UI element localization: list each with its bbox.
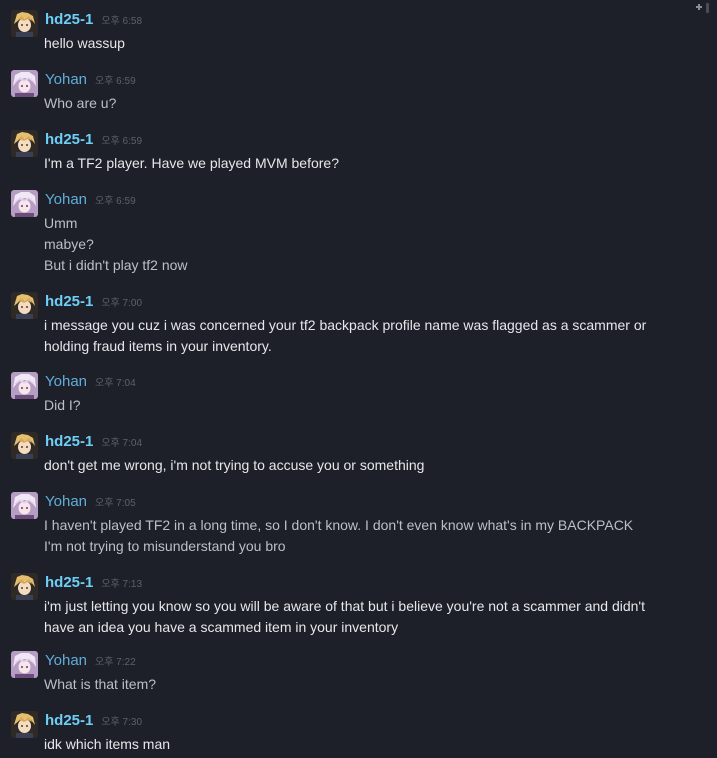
timestamp: 오후 6:59 <box>95 196 136 207</box>
avatar[interactable] <box>11 711 38 738</box>
message-header: Yohan 오후 6:59 <box>45 70 136 90</box>
author-name[interactable]: Yohan <box>45 71 87 88</box>
message-text: mabye? <box>44 236 94 252</box>
message-header: hd25-1 오후 6:58 <box>45 10 142 30</box>
avatar[interactable] <box>11 70 38 97</box>
message-text: have an idea you have a scammed item in … <box>44 619 399 635</box>
timestamp: 오후 7:13 <box>101 579 143 590</box>
timestamp: 오후 6:59 <box>95 76 136 87</box>
avatar[interactable] <box>11 651 38 678</box>
scroll-handle-icon[interactable] <box>696 0 712 13</box>
timestamp: 오후 6:59 <box>101 136 143 147</box>
message-header: hd25-1 오후 6:59 <box>45 130 142 150</box>
avatar[interactable] <box>11 432 38 459</box>
timestamp: 오후 7:22 <box>95 657 136 668</box>
message-header: Yohan 오후 6:59 <box>45 190 136 210</box>
timestamp: 오후 7:04 <box>101 438 143 449</box>
message-header: Yohan 오후 7:05 <box>45 492 136 512</box>
author-name[interactable]: Yohan <box>45 373 87 390</box>
message-text: Who are u? <box>44 95 117 111</box>
message-text: Did I? <box>44 397 81 413</box>
chat-log[interactable]: hd25-1 오후 6:58 hello wassup Yohan 오후 6:59 Who… <box>0 0 717 758</box>
avatar[interactable] <box>11 190 38 217</box>
timestamp: 오후 7:00 <box>101 298 143 309</box>
author-name[interactable]: hd25-1 <box>45 131 93 148</box>
message-text: But i didn't play tf2 now <box>44 257 188 273</box>
message-text: idk which items man <box>44 736 171 752</box>
message-text: I haven't played TF2 in a long time, so … <box>44 517 634 533</box>
message-header: hd25-1 오후 7:30 <box>45 711 142 731</box>
avatar[interactable] <box>11 292 38 319</box>
author-name[interactable]: hd25-1 <box>45 11 93 28</box>
message-text: I'm not trying to misunderstand you bro <box>44 538 286 554</box>
message-header: Yohan 오후 7:04 <box>45 372 136 392</box>
timestamp: 오후 7:30 <box>101 717 143 728</box>
message-text: I'm a TF2 player. Have we played MVM bef… <box>44 155 339 171</box>
message-text: i'm just letting you know so you will be… <box>44 598 645 614</box>
avatar[interactable] <box>11 130 38 157</box>
avatar[interactable] <box>11 573 38 600</box>
avatar[interactable] <box>11 372 38 399</box>
author-name[interactable]: hd25-1 <box>45 293 93 310</box>
author-name[interactable]: hd25-1 <box>45 433 93 450</box>
message-text: holding fraud items in your inventory. <box>44 338 272 354</box>
author-name[interactable]: hd25-1 <box>45 574 93 591</box>
author-name[interactable]: Yohan <box>45 652 87 669</box>
message-header: hd25-1 오후 7:00 <box>45 292 142 312</box>
message-header: hd25-1 오후 7:13 <box>45 573 142 593</box>
message-text: don't get me wrong, i'm not trying to ac… <box>44 457 425 473</box>
avatar[interactable] <box>11 10 38 37</box>
timestamp: 오후 6:58 <box>101 16 143 27</box>
timestamp: 오후 7:05 <box>95 498 136 509</box>
message-header: hd25-1 오후 7:04 <box>45 432 142 452</box>
author-name[interactable]: Yohan <box>45 493 87 510</box>
author-name[interactable]: Yohan <box>45 191 87 208</box>
message-text: Umm <box>44 215 78 231</box>
message-header: Yohan 오후 7:22 <box>45 651 136 671</box>
timestamp: 오후 7:04 <box>95 378 136 389</box>
avatar[interactable] <box>11 492 38 519</box>
message-text: hello wassup <box>44 35 125 51</box>
message-text: What is that item? <box>44 676 157 692</box>
message-text: i message you cuz i was concerned your t… <box>44 317 647 333</box>
author-name[interactable]: hd25-1 <box>45 712 93 729</box>
